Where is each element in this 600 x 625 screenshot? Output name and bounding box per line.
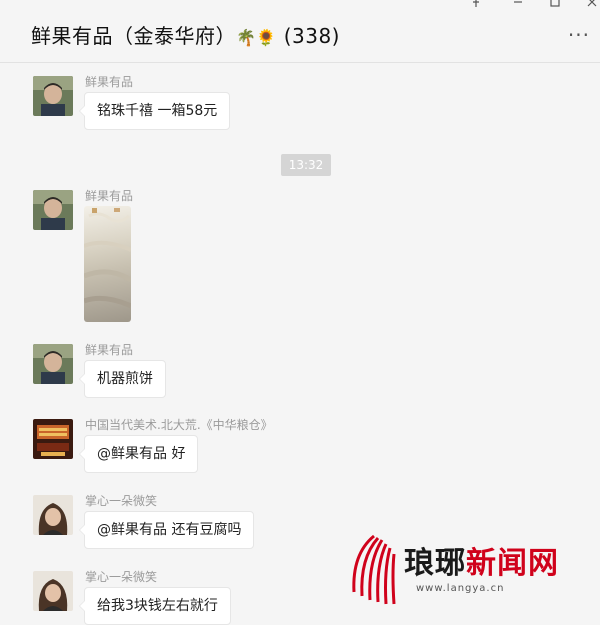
message-bubble[interactable]: 给我3块钱左右就行 xyxy=(79,587,231,625)
pin-icon[interactable] xyxy=(470,0,482,12)
sender-name: 鲜果有品 xyxy=(85,343,134,357)
sender-name: 中国当代美术.北大荒.《中华粮仓》 xyxy=(85,418,273,432)
avatar[interactable] xyxy=(33,344,73,384)
group-emoji: 🌴🌻 xyxy=(236,28,277,47)
chat-header: 鲜果有品（金泰华府）🌴🌻 (338) ··· xyxy=(0,0,600,63)
maximize-icon[interactable] xyxy=(549,0,561,12)
watermark-text: 琅琊新闻网 xyxy=(404,538,559,582)
close-icon[interactable] xyxy=(586,0,598,12)
message-bubble[interactable]: 铭珠千禧 一箱58元 xyxy=(78,92,231,130)
member-count: (338) xyxy=(283,24,340,48)
watermark-text-dark: 琅琊 xyxy=(404,546,466,581)
watermark-url: www.langya.cn xyxy=(416,583,505,594)
sender-name: 鲜果有品 xyxy=(85,75,134,89)
site-watermark: 琅琊新闻网 www.langya.cn xyxy=(346,530,591,608)
avatar[interactable] xyxy=(33,190,73,230)
avatar[interactable] xyxy=(33,571,73,611)
sender-name: 掌心一朵微笑 xyxy=(85,494,158,508)
avatar[interactable] xyxy=(33,419,73,459)
time-divider: 13:32 xyxy=(281,154,331,176)
chat-title: 鲜果有品（金泰华府）🌴🌻 (338) xyxy=(31,20,340,49)
message-bubble[interactable]: @鲜果有品 好 xyxy=(78,435,199,473)
sender-name: 掌心一朵微笑 xyxy=(85,570,158,584)
message-bubble[interactable]: 机器煎饼 xyxy=(79,360,166,398)
image-message[interactable] xyxy=(84,206,131,322)
group-name: 鲜果有品（金泰华府） xyxy=(31,24,236,48)
more-options-icon[interactable]: ··· xyxy=(568,23,590,47)
message-bubble[interactable]: @鲜果有品 还有豆腐吗 xyxy=(78,511,255,549)
avatar[interactable] xyxy=(33,76,73,116)
avatar[interactable] xyxy=(33,495,73,535)
sender-name: 鲜果有品 xyxy=(85,189,134,203)
minimize-icon[interactable] xyxy=(512,0,524,12)
logo-icon xyxy=(352,534,396,605)
watermark-text-red: 新闻网 xyxy=(466,546,559,581)
